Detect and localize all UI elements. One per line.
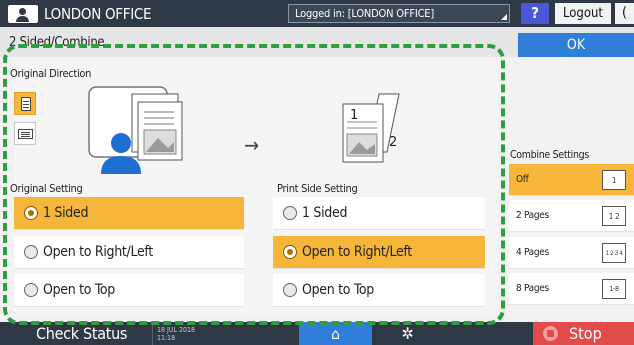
help-button[interactable]: ? [521, 3, 549, 24]
gear-icon: ✲ [401, 324, 414, 343]
original-direction-label: Original Direction [10, 67, 92, 80]
original-setting-open-top[interactable]: Open to Top [14, 274, 244, 307]
stop-icon [543, 326, 558, 341]
combine-off-button[interactable]: Off 1 [509, 164, 634, 196]
radio-icon [283, 283, 297, 297]
bottom-bar: Check Status 18 JUL 2018 11:18 ⌂ ✲ Stop [0, 322, 634, 345]
preview-page-back: 2 [389, 135, 397, 150]
preview-page-front: 1 [350, 108, 358, 123]
combine-option-label: 8 Pages [516, 283, 549, 294]
combine-settings-label: Combine Settings [510, 149, 589, 161]
energy-saver-button[interactable]: ( [615, 3, 634, 24]
logout-button[interactable]: Logout [555, 3, 611, 24]
direction-portrait-button[interactable] [14, 92, 36, 115]
radio-selected-icon [24, 206, 38, 220]
combine-option-label: 2 Pages [516, 210, 549, 221]
original-setting-label: Original Setting [10, 182, 83, 195]
radio-icon [24, 283, 38, 297]
output-preview-illustration: 1 2 [342, 93, 400, 163]
combine-option-label: Off [516, 174, 529, 185]
stop-label: Stop [569, 324, 602, 343]
print-side-setting-label: Print Side Setting [277, 182, 358, 195]
user-office-indicator[interactable]: LONDON OFFICE [8, 3, 152, 24]
direction-landscape-button[interactable] [14, 122, 36, 145]
option-label: 1 Sided [302, 205, 348, 221]
radio-selected-icon [283, 245, 297, 259]
radio-icon [24, 245, 38, 259]
original-orientation-illustration [88, 86, 183, 174]
ok-button[interactable]: OK [518, 33, 634, 57]
settings-button[interactable]: ✲ [372, 322, 443, 345]
combine-2-pages-icon: 1 2 [602, 206, 626, 226]
print-side-open-right-left[interactable]: Open to Right/Left [273, 236, 485, 269]
option-label: Open to Right/Left [302, 244, 412, 260]
landscape-document-icon [18, 129, 33, 139]
print-side-1-sided[interactable]: 1 Sided [273, 197, 485, 230]
print-side-open-top[interactable]: Open to Top [273, 274, 485, 307]
option-label: Open to Top [302, 282, 374, 298]
portrait-document-icon [21, 97, 31, 111]
office-label: LONDON OFFICE [44, 4, 152, 23]
combine-off-icon: 1 [602, 170, 626, 190]
date-text: 18 JUL 2018 [157, 325, 196, 334]
option-label: Open to Top [43, 282, 115, 298]
date-time-display: 18 JUL 2018 11:18 [152, 322, 212, 345]
stop-button[interactable]: Stop [533, 322, 634, 345]
time-text: 11:18 [157, 333, 176, 342]
top-bar: LONDON OFFICE Logged in: [LONDON OFFICE]… [0, 0, 634, 27]
check-status-label: Check Status [36, 324, 128, 343]
combine-8-pages-button[interactable]: 8 Pages 1-8 [509, 273, 634, 305]
original-setting-1-sided[interactable]: 1 Sided [14, 197, 244, 230]
option-label: 1 Sided [43, 205, 89, 221]
corner-indicator-icon [501, 14, 507, 20]
combine-8-pages-icon: 1-8 [602, 279, 626, 299]
home-icon: ⌂ [331, 324, 340, 343]
option-label: Open to Right/Left [43, 244, 153, 260]
original-setting-open-right-left[interactable]: Open to Right/Left [14, 236, 244, 269]
logged-in-text: Logged in: [LONDON OFFICE] [295, 7, 434, 20]
page-title: 2 Sided/Combine [9, 35, 105, 50]
combine-4-pages-icon: 1 2 3 4 [602, 243, 626, 263]
radio-icon [283, 206, 297, 220]
arrow-icon: → [244, 133, 259, 157]
check-status-button[interactable]: Check Status [0, 322, 150, 345]
home-button[interactable]: ⌂ [299, 322, 372, 345]
combine-option-label: 4 Pages [516, 247, 549, 258]
combine-4-pages-button[interactable]: 4 Pages 1 2 3 4 [509, 237, 634, 269]
logged-in-status[interactable]: Logged in: [LONDON OFFICE] [288, 4, 510, 23]
user-icon [8, 4, 38, 23]
combine-2-pages-button[interactable]: 2 Pages 1 2 [509, 200, 634, 232]
